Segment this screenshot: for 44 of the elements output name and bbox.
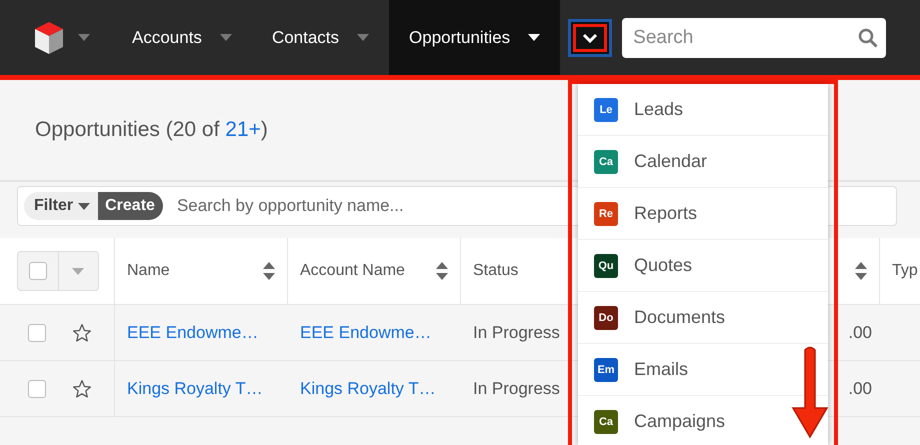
- column-header[interactable]: Typ: [892, 262, 918, 280]
- menu-item[interactable]: Le Leads: [578, 84, 828, 136]
- name-link[interactable]: Kings Royalty T…: [127, 378, 263, 398]
- checkbox[interactable]: [28, 324, 46, 342]
- checkbox[interactable]: [28, 262, 47, 280]
- count-link[interactable]: 21+: [225, 118, 261, 141]
- sort-icon[interactable]: [855, 262, 867, 280]
- filter-button[interactable]: Filter: [24, 192, 98, 220]
- table-cell: In Progress: [473, 322, 560, 342]
- name-link[interactable]: EEE Endowme…: [127, 322, 258, 342]
- down-arrow-icon: [790, 345, 830, 440]
- column-header[interactable]: Status: [473, 262, 518, 280]
- account-link[interactable]: Kings Royalty T…: [300, 378, 436, 398]
- table-cell: .00: [848, 322, 872, 342]
- more-menu-button[interactable]: [568, 18, 612, 56]
- search-icon: [858, 28, 878, 48]
- caret-icon: [528, 34, 540, 41]
- column-header[interactable]: Name: [127, 262, 170, 280]
- nav-tab[interactable]: Contacts: [252, 0, 390, 75]
- table-cell: In Progress: [473, 378, 560, 398]
- create-button[interactable]: Create: [98, 192, 163, 220]
- star-icon[interactable]: [72, 378, 92, 398]
- menu-item[interactable]: Re Reports: [578, 188, 828, 240]
- account-link[interactable]: EEE Endowme…: [300, 322, 432, 342]
- cube-logo-icon[interactable]: [34, 20, 64, 54]
- menu-item[interactable]: Ca Calendar: [578, 136, 828, 188]
- page-title: Opportunities (20 of 21+): [35, 118, 268, 142]
- caret-icon: [72, 268, 84, 274]
- menu-item[interactable]: Do Documents: [578, 292, 828, 344]
- search-field[interactable]: Search: [622, 18, 886, 58]
- star-icon[interactable]: [72, 322, 92, 342]
- sort-icon[interactable]: [263, 262, 275, 280]
- table-cell: .00: [848, 378, 872, 398]
- nav-tab[interactable]: Accounts: [112, 0, 252, 75]
- menu-item[interactable]: Qu Quotes: [578, 240, 828, 292]
- chevron-down-icon: [582, 32, 598, 42]
- caret-icon: [78, 34, 90, 41]
- caret-icon: [78, 202, 90, 210]
- sort-icon[interactable]: [436, 262, 448, 280]
- checkbox[interactable]: [28, 380, 46, 398]
- nav-tab[interactable]: Opportunities: [389, 0, 560, 75]
- caret-icon: [357, 34, 370, 41]
- column-header[interactable]: Account Name: [300, 262, 405, 280]
- caret-icon: [220, 34, 232, 41]
